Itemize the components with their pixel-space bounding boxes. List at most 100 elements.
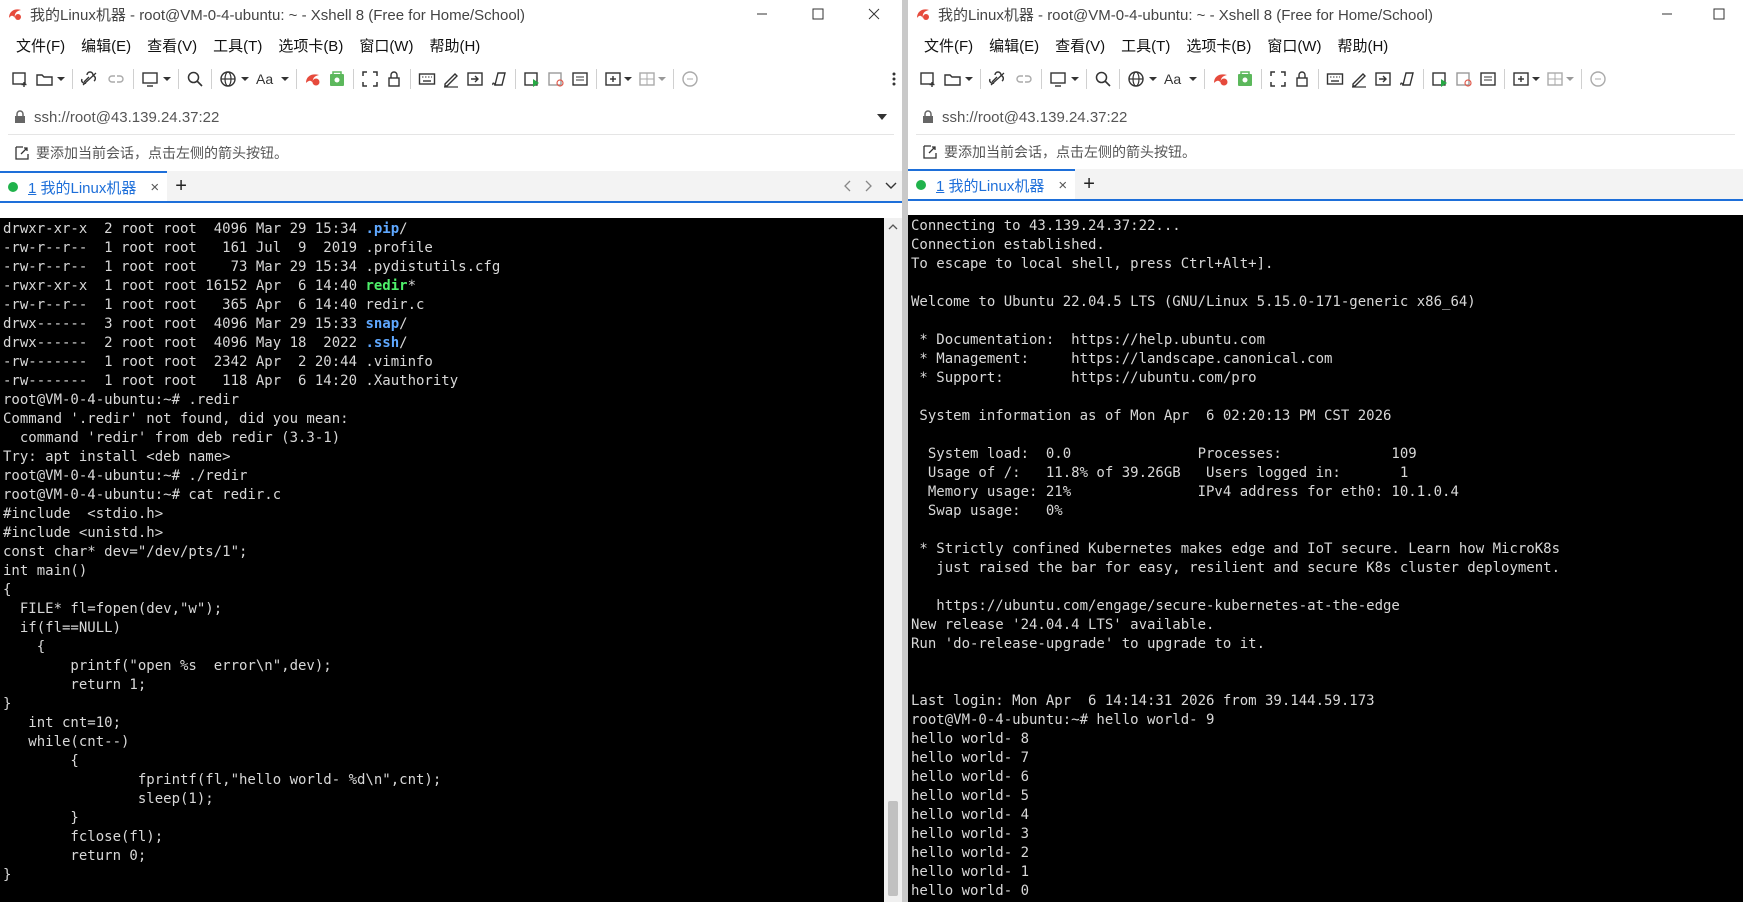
globe-icon[interactable] <box>1124 66 1160 92</box>
terminal-line: drwx------ 3 root root 4096 Mar 29 15:33… <box>3 316 408 332</box>
title-bar[interactable]: 我的Linux机器 - root@VM-0-4-ubuntu: ~ - Xshe… <box>0 0 902 28</box>
add-tab-button[interactable]: + <box>167 171 195 201</box>
menu-edit[interactable]: 编辑(E) <box>73 35 139 56</box>
tab-close-icon[interactable]: × <box>150 179 159 196</box>
pen-icon[interactable] <box>1347 66 1371 92</box>
xshell-session-icon[interactable] <box>1233 66 1257 92</box>
tab-bar: 1 我的Linux机器 × + <box>0 171 902 203</box>
session-add-icon[interactable] <box>14 145 30 161</box>
reconnect-icon[interactable] <box>138 66 174 92</box>
address-input[interactable] <box>940 107 1735 127</box>
transfer-icon[interactable] <box>463 66 487 92</box>
keyboard-icon[interactable] <box>1323 66 1347 92</box>
terminal-output[interactable]: Connecting to 43.139.24.37:22... Connecti… <box>908 215 1743 902</box>
log-icon[interactable] <box>1452 66 1476 92</box>
menu-view[interactable]: 查看(V) <box>139 35 205 56</box>
tab-session[interactable]: 1 我的Linux机器 × <box>908 169 1076 199</box>
layout-icon[interactable] <box>1543 66 1577 92</box>
title-bar[interactable]: 我的Linux机器 - root@VM-0-4-ubuntu: ~ - Xshe… <box>908 0 1743 28</box>
scrollbar-thumb[interactable] <box>888 801 898 896</box>
terminal-line: To escape to local shell, press Ctrl+Alt… <box>911 256 1274 272</box>
chat-icon[interactable] <box>1586 66 1610 92</box>
find-icon[interactable] <box>183 66 207 92</box>
play-icon[interactable] <box>520 66 544 92</box>
scroll-up-icon[interactable] <box>884 218 902 236</box>
find-icon[interactable] <box>1091 66 1115 92</box>
more-icon[interactable] <box>888 66 900 92</box>
play-icon[interactable] <box>1428 66 1452 92</box>
minimize-icon[interactable] <box>1639 0 1695 28</box>
add-tab-button[interactable]: + <box>1075 169 1103 199</box>
fullscreen-icon[interactable] <box>1266 66 1290 92</box>
menu-tools[interactable]: 工具(T) <box>1113 35 1178 56</box>
fullscreen-icon[interactable] <box>358 66 382 92</box>
menu-edit[interactable]: 编辑(E) <box>981 35 1047 56</box>
globe-icon[interactable] <box>216 66 252 92</box>
chevron-left-icon[interactable] <box>836 180 858 192</box>
compose-icon[interactable] <box>568 66 592 92</box>
terminal-line: root@VM-0-4-ubuntu:~# cat redir.c <box>3 487 282 503</box>
tab-session[interactable]: 1 我的Linux机器 × <box>0 171 168 201</box>
menu-tools[interactable]: 工具(T) <box>205 35 270 56</box>
open-folder-icon[interactable] <box>32 66 68 92</box>
disconnect-icon[interactable] <box>1011 66 1037 92</box>
new-tab-icon[interactable] <box>601 66 635 92</box>
terminal-line: root@VM-0-4-ubuntu:~# ./redir <box>3 468 248 484</box>
menu-help[interactable]: 帮助(H) <box>421 35 488 56</box>
menu-help[interactable]: 帮助(H) <box>1329 35 1396 56</box>
menu-tabs[interactable]: 选项卡(B) <box>1178 35 1259 56</box>
xshell-session-icon[interactable] <box>325 66 349 92</box>
log-icon[interactable] <box>544 66 568 92</box>
menu-file[interactable]: 文件(F) <box>916 35 981 56</box>
xftp-icon[interactable] <box>301 66 325 92</box>
lock-icon[interactable] <box>1290 66 1314 92</box>
maximize-icon[interactable] <box>790 0 846 28</box>
terminal-line: Memory usage: 21% IPv4 address for eth0:… <box>911 484 1459 500</box>
reconnect-icon[interactable] <box>1046 66 1082 92</box>
tab-close-icon[interactable]: × <box>1058 177 1067 194</box>
chevron-down-icon[interactable] <box>880 182 902 190</box>
terminal-line: System information as of Mon Apr 6 02:20… <box>911 408 1392 424</box>
tab-label: 我的Linux机器 <box>36 179 137 197</box>
menu-window[interactable]: 窗口(W) <box>1259 35 1329 56</box>
chat-icon[interactable] <box>678 66 702 92</box>
font-icon[interactable]: Aa <box>252 66 292 92</box>
xftp-icon[interactable] <box>1209 66 1233 92</box>
terminal-line: -rw------- 1 root root 118 Apr 6 14:20 .… <box>3 373 459 389</box>
script-icon[interactable] <box>487 66 511 92</box>
chevron-right-icon[interactable] <box>858 180 880 192</box>
compose-icon[interactable] <box>1476 66 1500 92</box>
connected-status-icon <box>8 182 18 192</box>
new-session-icon[interactable] <box>8 66 32 92</box>
menu-view[interactable]: 查看(V) <box>1047 35 1113 56</box>
menu-file[interactable]: 文件(F) <box>8 35 73 56</box>
script-icon[interactable] <box>1395 66 1419 92</box>
new-session-icon[interactable] <box>916 66 940 92</box>
menu-window[interactable]: 窗口(W) <box>351 35 421 56</box>
lock-icon[interactable] <box>382 66 406 92</box>
terminal-line: fclose(fl); <box>3 829 164 845</box>
address-input[interactable] <box>32 107 870 127</box>
terminal-scrollbar[interactable] <box>884 218 902 902</box>
app-logo-icon <box>6 5 24 23</box>
session-add-icon[interactable] <box>922 144 938 160</box>
layout-icon[interactable] <box>635 66 669 92</box>
terminal-line: -rwxr-xr-x 1 root root 16152 Apr 6 14:40… <box>3 278 417 294</box>
connect-icon[interactable] <box>985 66 1011 92</box>
minimize-icon[interactable] <box>734 0 790 28</box>
new-tab-icon[interactable] <box>1509 66 1543 92</box>
font-icon[interactable]: Aa <box>1160 66 1200 92</box>
open-folder-icon[interactable] <box>940 66 976 92</box>
close-icon[interactable] <box>846 0 902 28</box>
connect-icon[interactable] <box>77 66 103 92</box>
menu-tabs[interactable]: 选项卡(B) <box>270 35 351 56</box>
keyboard-icon[interactable] <box>415 66 439 92</box>
pen-icon[interactable] <box>439 66 463 92</box>
hint-text: 要添加当前会话，点击左侧的箭头按钮。 <box>36 145 288 161</box>
transfer-icon[interactable] <box>1371 66 1395 92</box>
chevron-down-icon[interactable] <box>870 114 894 120</box>
maximize-icon[interactable] <box>1695 0 1743 28</box>
disconnect-icon[interactable] <box>103 66 129 92</box>
terminal-output[interactable]: drwxr-xr-x 2 root root 4096 Mar 29 15:34… <box>0 218 884 902</box>
